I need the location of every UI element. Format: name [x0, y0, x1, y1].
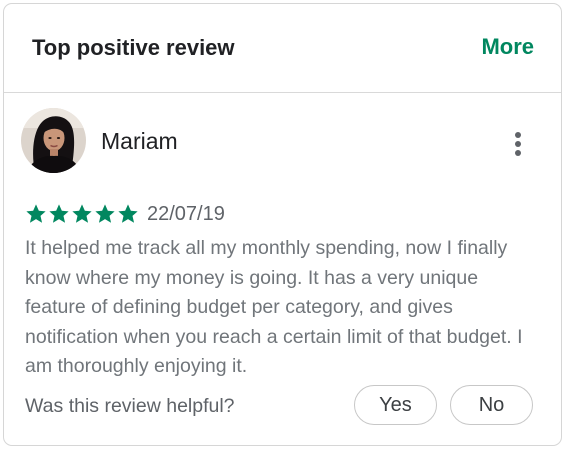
- star-icon: [118, 204, 138, 223]
- helpful-yes-button[interactable]: Yes: [354, 385, 437, 425]
- star-icon: [26, 204, 46, 223]
- review-text: It helped me track all my monthly spendi…: [25, 237, 523, 378]
- helpful-no-button[interactable]: No: [450, 385, 533, 425]
- review-date: 22/07/19: [147, 202, 225, 225]
- more-link[interactable]: More: [481, 34, 534, 60]
- helpful-question: Was this review helpful?: [25, 395, 235, 417]
- star-rating: [25, 203, 140, 225]
- avatar-image: [21, 108, 86, 173]
- rating-row: 22/07/19: [25, 201, 225, 227]
- section-title: Top positive review: [32, 35, 235, 60]
- star-icon: [95, 204, 115, 223]
- card-header: Top positive review More: [4, 4, 561, 93]
- star-icon: [72, 204, 92, 223]
- reviewer-name: Mariam: [101, 128, 178, 154]
- avatar: [21, 108, 86, 173]
- more-vert-icon[interactable]: [506, 128, 530, 164]
- star-icon: [49, 204, 69, 223]
